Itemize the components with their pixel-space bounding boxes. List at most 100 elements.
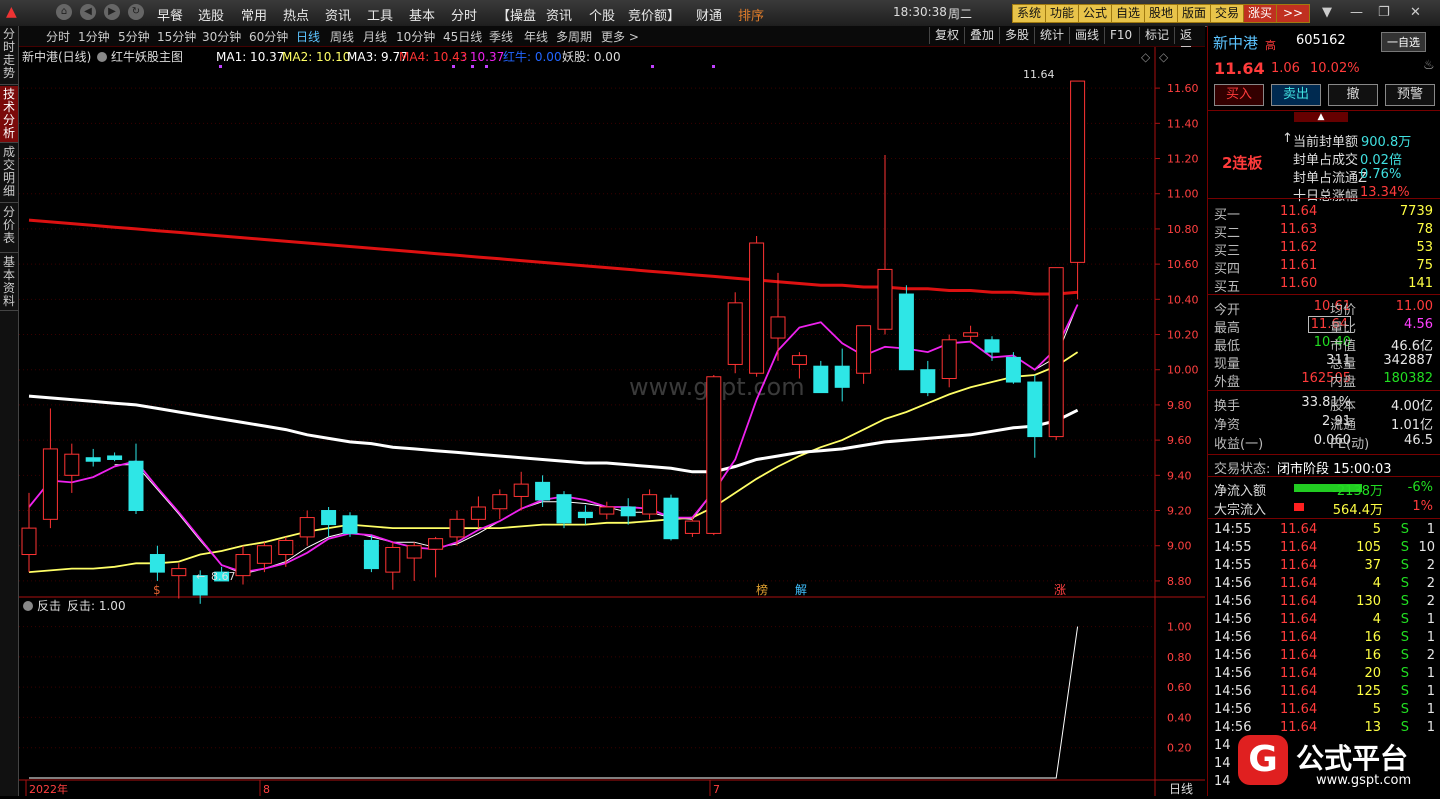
menu-item-5[interactable]: 工具	[367, 5, 393, 24]
period-8[interactable]: 月线	[363, 28, 387, 45]
chart-tool-button-3[interactable]: 统计	[1034, 27, 1069, 44]
period-5[interactable]: 60分钟	[249, 28, 288, 45]
back-icon[interactable]: ◀	[80, 4, 96, 20]
indicator-menu-icon[interactable]	[97, 52, 107, 62]
menu-item-2[interactable]: 常用	[241, 5, 267, 24]
event-marker-0[interactable]: $	[153, 583, 161, 597]
trade-button-1[interactable]: 卖出	[1271, 84, 1321, 106]
menu-item-6[interactable]: 基本	[409, 5, 435, 24]
collapse-icon[interactable]: ◇	[1159, 50, 1169, 64]
candle[interactable]	[898, 285, 914, 371]
minimize-icon[interactable]: —	[1350, 5, 1363, 20]
period-0[interactable]: 分时	[46, 28, 70, 45]
bid-row[interactable]: 买三 11.62 53	[1208, 239, 1440, 259]
toolbar-button-1[interactable]: 功能	[1045, 4, 1079, 23]
candle[interactable]	[1048, 267, 1064, 441]
tick-row[interactable]: 14:56 11.64 20 S 1	[1208, 665, 1440, 683]
trade-button-2[interactable]: 撤	[1328, 84, 1378, 106]
trade-button-3[interactable]: 预警	[1385, 84, 1435, 106]
chart-tool-button-0[interactable]: 复权	[929, 27, 964, 44]
refresh-icon[interactable]: ↻	[128, 4, 144, 20]
toolbar-button-2[interactable]: 公式	[1078, 4, 1112, 23]
bid-row[interactable]: 买四 11.61 75	[1208, 257, 1440, 277]
tick-row[interactable]: 14:56 11.64 16 S 1	[1208, 629, 1440, 647]
menu-item-7[interactable]: 分时	[451, 5, 477, 24]
chart-tool-button-2[interactable]: 多股	[999, 27, 1034, 44]
chart-tool-button-7[interactable]: 返回	[1174, 27, 1205, 59]
close-icon[interactable]: ✕	[1410, 5, 1421, 20]
candle[interactable]	[749, 235, 765, 377]
toolbar-button-4[interactable]: 股地	[1144, 4, 1178, 23]
tick-row[interactable]: 14:56 11.64 4 S 1	[1208, 611, 1440, 629]
left-tab-3[interactable]: 分价表	[0, 204, 18, 253]
menu-item-4[interactable]: 资讯	[325, 5, 351, 24]
left-tab-4[interactable]: 基本资料	[0, 254, 18, 311]
bid-row[interactable]: 买二 11.63 78	[1208, 221, 1440, 241]
left-tab-1[interactable]: 技术分析	[0, 86, 18, 143]
tick-row[interactable]: 14:56 11.64 5 S 1	[1208, 701, 1440, 719]
menu-item-0[interactable]: 早餐	[157, 5, 183, 24]
tick-row[interactable]: 14:56 11.64 130 S 2	[1208, 593, 1440, 611]
period-3[interactable]: 15分钟	[157, 28, 196, 45]
period-14[interactable]: 更多 >	[601, 28, 639, 45]
period-7[interactable]: 周线	[330, 28, 354, 45]
candle[interactable]	[363, 535, 379, 573]
chart-tool-button-5[interactable]: F10	[1104, 27, 1137, 44]
chart-tool-button-4[interactable]: 画线	[1069, 27, 1104, 44]
candle[interactable]	[706, 375, 722, 536]
toolbar-button-3[interactable]: 自选	[1111, 4, 1145, 23]
period-9[interactable]: 10分钟	[396, 28, 435, 45]
chart-area[interactable]: www.gspt.com 11.6011.4011.2011.0010.8010…	[19, 47, 1205, 796]
kline-chart[interactable]: www.gspt.com 11.6011.4011.2011.0010.8010…	[19, 47, 1205, 796]
restore-icon[interactable]: ❐	[1378, 5, 1390, 20]
home-icon[interactable]: ⌂	[56, 4, 72, 20]
chart-tool-button-1[interactable]: 叠加	[964, 27, 999, 44]
bell-icon[interactable]: ♨	[1423, 58, 1435, 73]
menu-item-9[interactable]: 资讯	[546, 5, 572, 24]
period-13[interactable]: 多周期	[556, 28, 592, 45]
left-tab-0[interactable]: 分时走势	[0, 26, 18, 85]
period-12[interactable]: 年线	[524, 28, 548, 45]
collapse-arrow-icon[interactable]: ▲	[1294, 112, 1348, 122]
toolbar-button-6[interactable]: 交易	[1210, 4, 1244, 23]
event-marker-2[interactable]: 解	[795, 583, 807, 597]
bid-row[interactable]: 买一 11.64 7739	[1208, 203, 1440, 223]
period-1[interactable]: 1分钟	[78, 28, 110, 45]
chart-tool-button-6[interactable]: 标记	[1139, 27, 1174, 44]
tick-row[interactable]: 14:56 11.64 4 S 2	[1208, 575, 1440, 593]
watchlist-button[interactable]: 一自选	[1381, 32, 1426, 52]
period-10[interactable]: 45日线	[443, 28, 482, 45]
event-marker-1[interactable]: 榜	[756, 582, 768, 597]
tick-row[interactable]: 14:55 11.64 37 S 2	[1208, 557, 1440, 575]
candle[interactable]	[727, 292, 743, 374]
candle[interactable]	[556, 491, 572, 529]
tick-row[interactable]: 14:55 11.64 5 S 1	[1208, 521, 1440, 539]
left-tab-2[interactable]: 成交明细	[0, 144, 18, 203]
menu-item-11[interactable]: 竞价额】	[628, 5, 680, 24]
menu-item-10[interactable]: 个股	[589, 5, 615, 24]
menu-item-12[interactable]: 财通	[696, 5, 722, 24]
toolbar-button-7[interactable]: 涨买	[1243, 4, 1277, 23]
expand-button[interactable]: >>	[1276, 4, 1310, 23]
toolbar-button-5[interactable]: 版面	[1177, 4, 1211, 23]
period-4[interactable]: 30分钟	[202, 28, 241, 45]
bid-row[interactable]: 买五 11.60 141	[1208, 275, 1440, 295]
candle[interactable]	[663, 494, 679, 541]
candle[interactable]	[342, 512, 358, 537]
trade-button-0[interactable]: 买入	[1214, 84, 1264, 106]
forward-icon[interactable]: ▶	[104, 4, 120, 20]
event-marker-3[interactable]: 涨	[1054, 582, 1066, 597]
tick-row[interactable]: 14:56 11.64 16 S 2	[1208, 647, 1440, 665]
toolbar-button-0[interactable]: 系统	[1012, 4, 1046, 23]
period-6[interactable]: 日线	[296, 28, 320, 45]
period-2[interactable]: 5分钟	[118, 28, 150, 45]
diamond-icon[interactable]: ◇	[1141, 50, 1151, 64]
sub-indicator-menu-icon[interactable]	[23, 601, 33, 611]
menu-item-1[interactable]: 选股	[198, 5, 224, 24]
skin-icon[interactable]: ▼	[1322, 5, 1332, 20]
menu-item-13[interactable]: 排序	[738, 5, 764, 24]
period-11[interactable]: 季线	[489, 28, 513, 45]
menu-item-3[interactable]: 热点	[283, 5, 309, 24]
tick-row[interactable]: 14:56 11.64 125 S 1	[1208, 683, 1440, 701]
menu-item-8[interactable]: 【操盘	[497, 5, 536, 24]
